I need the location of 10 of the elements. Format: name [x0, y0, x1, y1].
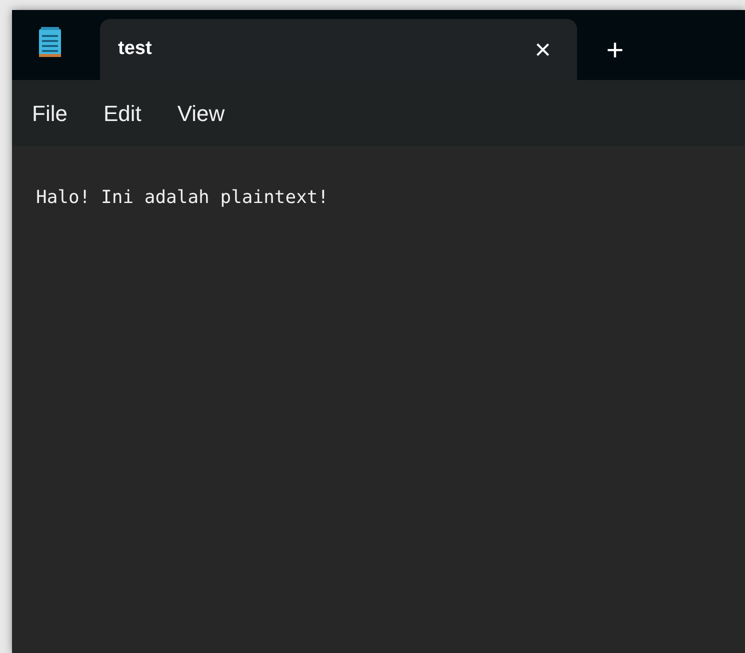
document-tab[interactable]: test ×: [100, 19, 577, 80]
notepad-icon: [38, 27, 62, 59]
text-editor[interactable]: Halo! Ini adalah plaintext!: [12, 146, 745, 653]
menu-item[interactable]: View: [163, 90, 239, 136]
tab-title: test: [118, 37, 153, 62]
close-tab-button[interactable]: ×: [534, 36, 551, 64]
menu-item[interactable]: File: [18, 90, 82, 136]
new-tab-button[interactable]: +: [585, 20, 645, 80]
menu-item[interactable]: Edit: [89, 90, 156, 136]
editor-text: Halo! Ini adalah plaintext!: [36, 187, 329, 208]
